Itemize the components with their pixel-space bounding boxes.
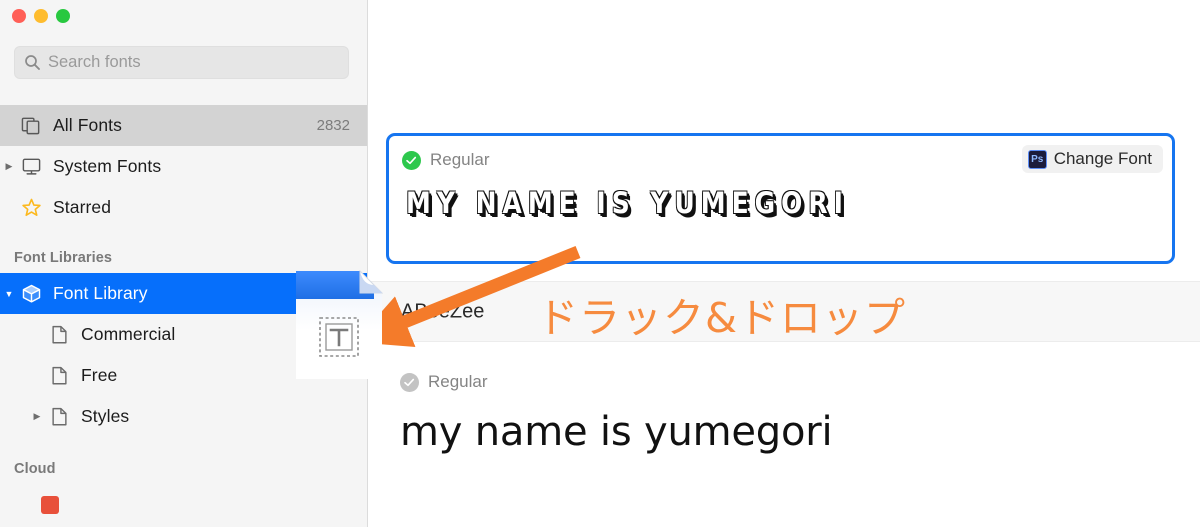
change-font-label: Change Font xyxy=(1053,149,1152,168)
zoom-button[interactable] xyxy=(56,9,70,23)
font-preview-panel: Regular Ps Change Font MY NAME IS YUMEGO… xyxy=(369,0,1200,527)
search-box[interactable] xyxy=(14,46,349,79)
chevron-down-icon[interactable]: ▼ xyxy=(0,289,18,299)
style-label: Regular xyxy=(428,372,488,391)
sidebar-item-all-fonts[interactable]: All Fonts 2832 xyxy=(0,105,367,146)
sidebar-item-label: Font Library xyxy=(53,283,148,303)
all-fonts-count: 2832 xyxy=(316,117,350,134)
sidebar-item-styles[interactable]: ▶ Styles xyxy=(0,396,367,437)
font-family-name: ABeeZee xyxy=(401,300,485,322)
document-icon xyxy=(46,365,72,386)
photoshop-icon: Ps xyxy=(1027,149,1047,169)
check-circle-icon[interactable] xyxy=(402,150,421,170)
change-font-button[interactable]: Ps Change Font xyxy=(1021,145,1163,173)
chevron-right-icon[interactable]: ▶ xyxy=(0,161,18,172)
document-icon xyxy=(46,324,72,345)
check-circle-icon[interactable] xyxy=(400,372,419,392)
cube-icon xyxy=(18,283,44,304)
sidebar-item-label: Starred xyxy=(53,197,112,217)
sidebar-item-label: System Fonts xyxy=(53,156,162,176)
chevron-right-icon[interactable]: ▶ xyxy=(28,411,46,422)
search-icon xyxy=(24,54,41,71)
annotation-japanese-note: ドラック&ドロップ xyxy=(537,294,906,342)
adobe-fonts-icon xyxy=(40,496,60,519)
group-header-font-libraries: Font Libraries xyxy=(14,250,113,266)
star-icon xyxy=(18,197,44,218)
sidebar: All Fonts 2832 ▶ System Fonts xyxy=(0,0,368,527)
style-label: Regular xyxy=(430,150,490,169)
document-icon xyxy=(46,406,72,427)
font-sample-text-plain[interactable]: my name is yumegori xyxy=(400,409,833,455)
sidebar-item-label: Styles xyxy=(81,406,130,426)
font-preview-card-selected[interactable]: Regular Ps Change Font MY NAME IS YUMEGO… xyxy=(386,133,1175,264)
sidebar-item-label: Commercial xyxy=(81,324,176,344)
style-row: Regular xyxy=(400,372,832,392)
sidebar-item-label: Free xyxy=(81,365,118,385)
minimize-button[interactable] xyxy=(34,9,48,23)
font-file-drag-ghost[interactable] xyxy=(295,269,384,380)
sidebar-item-cloud-provider[interactable] xyxy=(0,495,367,520)
display-icon xyxy=(18,156,44,177)
window-traffic-lights xyxy=(12,9,70,23)
font-sample-text-decorative[interactable]: MY NAME IS YUMEGORI xyxy=(406,186,1065,220)
font-style-block-regular[interactable]: Regular my name is yumegori xyxy=(400,372,833,455)
search-input[interactable] xyxy=(48,53,333,72)
sidebar-item-label: All Fonts xyxy=(53,115,122,135)
all-fonts-icon xyxy=(18,115,44,136)
sidebar-item-system-fonts[interactable]: ▶ System Fonts xyxy=(0,146,367,187)
search-field-wrapper[interactable] xyxy=(14,46,349,79)
sidebar-item-starred[interactable]: Starred xyxy=(0,187,367,228)
group-header-cloud: Cloud xyxy=(14,461,56,477)
close-button[interactable] xyxy=(12,9,26,23)
